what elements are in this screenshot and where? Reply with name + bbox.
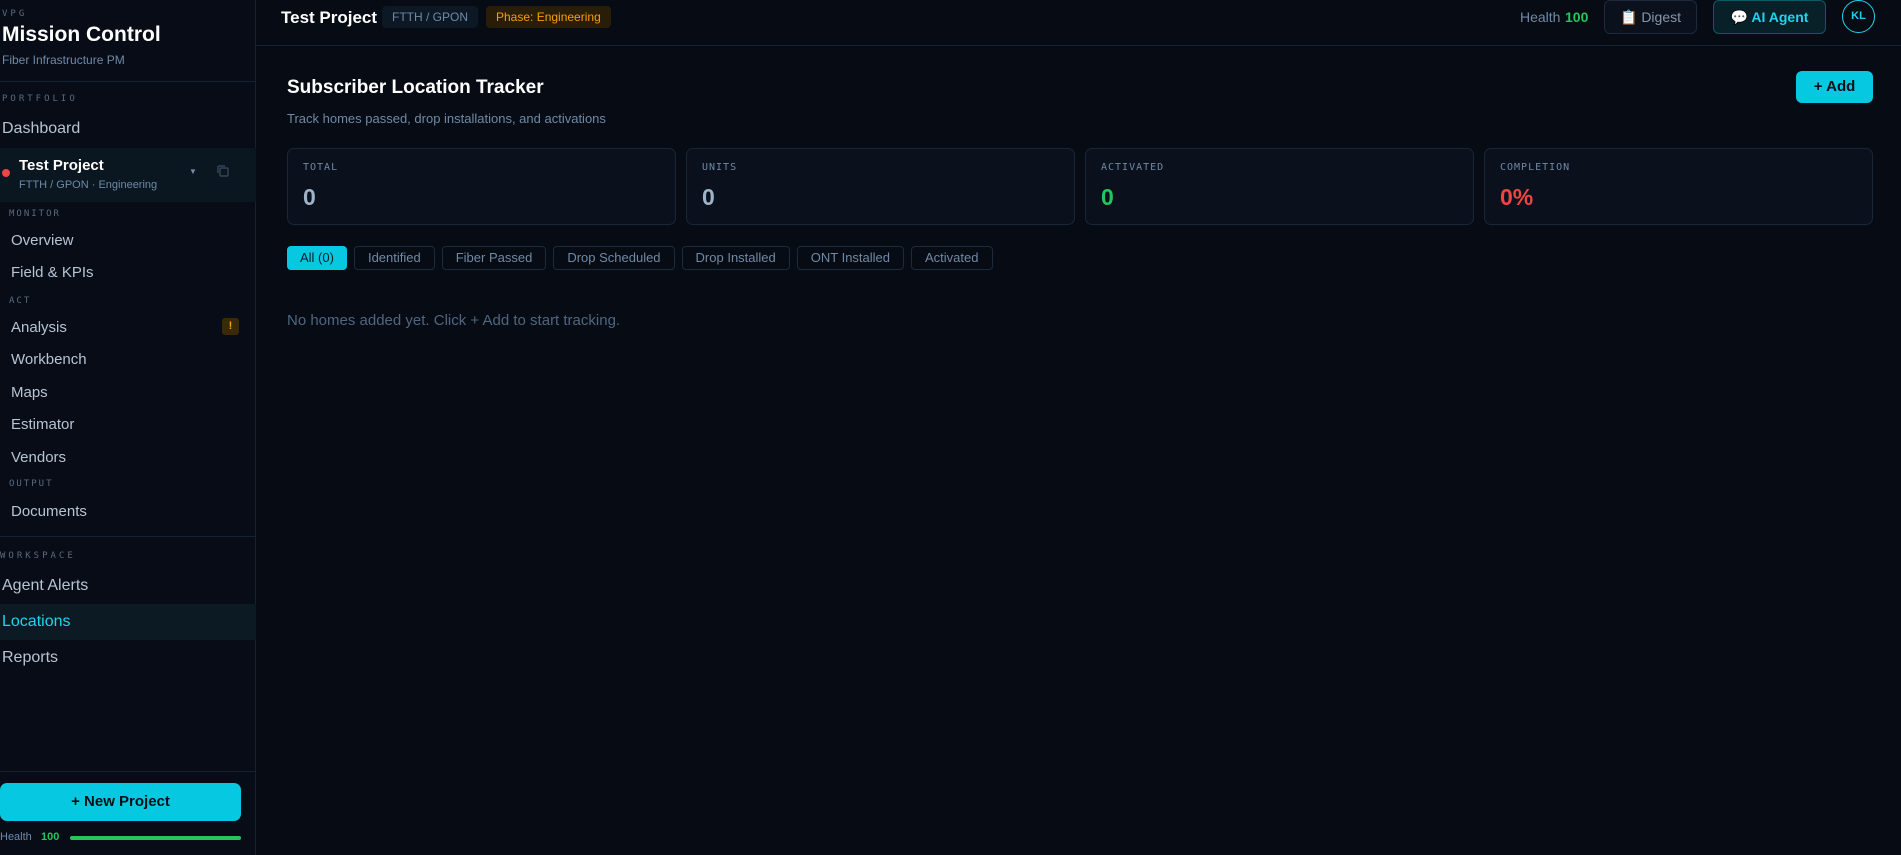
chevron-down-icon[interactable]: ▼	[189, 167, 197, 176]
stat-card-activated: ACTIVATED 0	[1085, 148, 1474, 225]
stat-card-completion: COMPLETION 0%	[1484, 148, 1873, 225]
nav-item-dashboard[interactable]: Dashboard	[0, 111, 256, 147]
nav-item-maps[interactable]: Maps	[11, 384, 48, 401]
nav-item-reports[interactable]: Reports	[0, 640, 256, 676]
project-selector[interactable]: Test Project FTTH / GPON · Engineering ▼	[0, 148, 256, 202]
sidebar-footer-divider	[0, 771, 256, 772]
filter-identified[interactable]: Identified	[353, 246, 435, 270]
project-name: Test Project	[19, 157, 104, 174]
status-filter-bar: All (0) Identified Fiber Passed Drop Sch…	[287, 246, 993, 270]
section-label-portfolio: PORTFOLIO	[2, 94, 78, 104]
nav-item-agent-alerts[interactable]: Agent Alerts	[0, 568, 256, 604]
warning-icon: !	[222, 318, 239, 335]
clipboard-icon: 📋	[1619, 9, 1638, 25]
project-status-dot	[2, 169, 10, 177]
stat-label: ACTIVATED	[1101, 162, 1165, 173]
empty-state-message: No homes added yet. Click + Add to start…	[287, 312, 621, 329]
brand: VPG Mission Control Fiber Infrastructure…	[0, 0, 255, 82]
stat-card-total: TOTAL 0	[287, 148, 676, 225]
sidebar-health-label: Health	[0, 831, 32, 843]
topbar-health-label: Health	[1520, 9, 1561, 25]
stat-value: 0%	[1500, 184, 1534, 210]
digest-label: Digest	[1641, 9, 1681, 25]
digest-button[interactable]: 📋 Digest	[1604, 0, 1697, 34]
filter-drop-installed[interactable]: Drop Installed	[681, 246, 790, 270]
stat-value: 0	[1101, 184, 1114, 210]
stat-card-units: UNITS 0	[686, 148, 1075, 225]
nav-item-analysis[interactable]: Analysis	[11, 319, 67, 336]
stat-value: 0	[702, 184, 715, 210]
stat-value: 0	[303, 184, 316, 210]
sidebar-divider	[0, 536, 256, 537]
nav-item-workbench[interactable]: Workbench	[11, 351, 87, 368]
filter-all[interactable]: All (0)	[287, 246, 347, 270]
section-label-act: ACT	[9, 296, 32, 306]
filter-activated[interactable]: Activated	[911, 246, 993, 270]
phase-chip: Phase: Engineering	[486, 6, 611, 28]
stat-label: COMPLETION	[1500, 162, 1571, 173]
ai-agent-button[interactable]: 💬 AI Agent	[1713, 0, 1826, 34]
page-title: Subscriber Location Tracker	[287, 77, 544, 98]
nav-item-documents[interactable]: Documents	[11, 503, 87, 520]
nav-item-locations[interactable]: Locations	[0, 604, 256, 640]
main-content: Test Project FTTH / GPON Phase: Engineer…	[256, 0, 1901, 855]
nav-item-overview[interactable]: Overview	[11, 232, 74, 249]
add-location-button[interactable]: + Add	[1796, 71, 1873, 103]
topbar-title: Test Project	[281, 8, 378, 27]
nav-item-field-kpis[interactable]: Field & KPIs	[11, 264, 94, 281]
project-meta: FTTH / GPON · Engineering	[19, 179, 158, 191]
nav-item-estimator[interactable]: Estimator	[11, 416, 74, 433]
tech-chip: FTTH / GPON	[382, 6, 478, 28]
page-subtitle: Track homes passed, drop installations, …	[287, 111, 606, 126]
filter-fiber-passed[interactable]: Fiber Passed	[441, 246, 547, 270]
topbar: Test Project FTTH / GPON Phase: Engineer…	[256, 0, 1901, 46]
stat-label: UNITS	[702, 162, 738, 173]
topbar-health-value: 100	[1565, 9, 1589, 25]
brand-subtitle: Fiber Infrastructure PM	[2, 53, 125, 67]
sidebar: VPG Mission Control Fiber Infrastructure…	[0, 0, 256, 855]
brand-kicker: VPG	[2, 9, 28, 19]
sidebar-health-bar	[70, 836, 241, 840]
avatar[interactable]: KL	[1842, 0, 1875, 33]
chat-bubble-icon: 💬	[1730, 9, 1748, 25]
sidebar-health-value: 100	[41, 831, 60, 843]
sidebar-health-fill	[70, 836, 241, 840]
new-project-button[interactable]: + New Project	[0, 783, 241, 821]
filter-ont-installed[interactable]: ONT Installed	[796, 246, 905, 270]
nav-item-vendors[interactable]: Vendors	[11, 449, 66, 466]
stat-label: TOTAL	[303, 162, 339, 173]
section-label-monitor: MONITOR	[9, 209, 61, 219]
app-root: VPG Mission Control Fiber Infrastructure…	[0, 0, 1901, 855]
ai-agent-label: AI Agent	[1751, 9, 1809, 25]
copy-icon[interactable]	[216, 164, 230, 178]
section-label-workspace: WORKSPACE	[0, 551, 76, 561]
brand-title: Mission Control	[2, 23, 161, 46]
filter-drop-scheduled[interactable]: Drop Scheduled	[553, 246, 675, 270]
section-label-output: OUTPUT	[9, 479, 54, 489]
